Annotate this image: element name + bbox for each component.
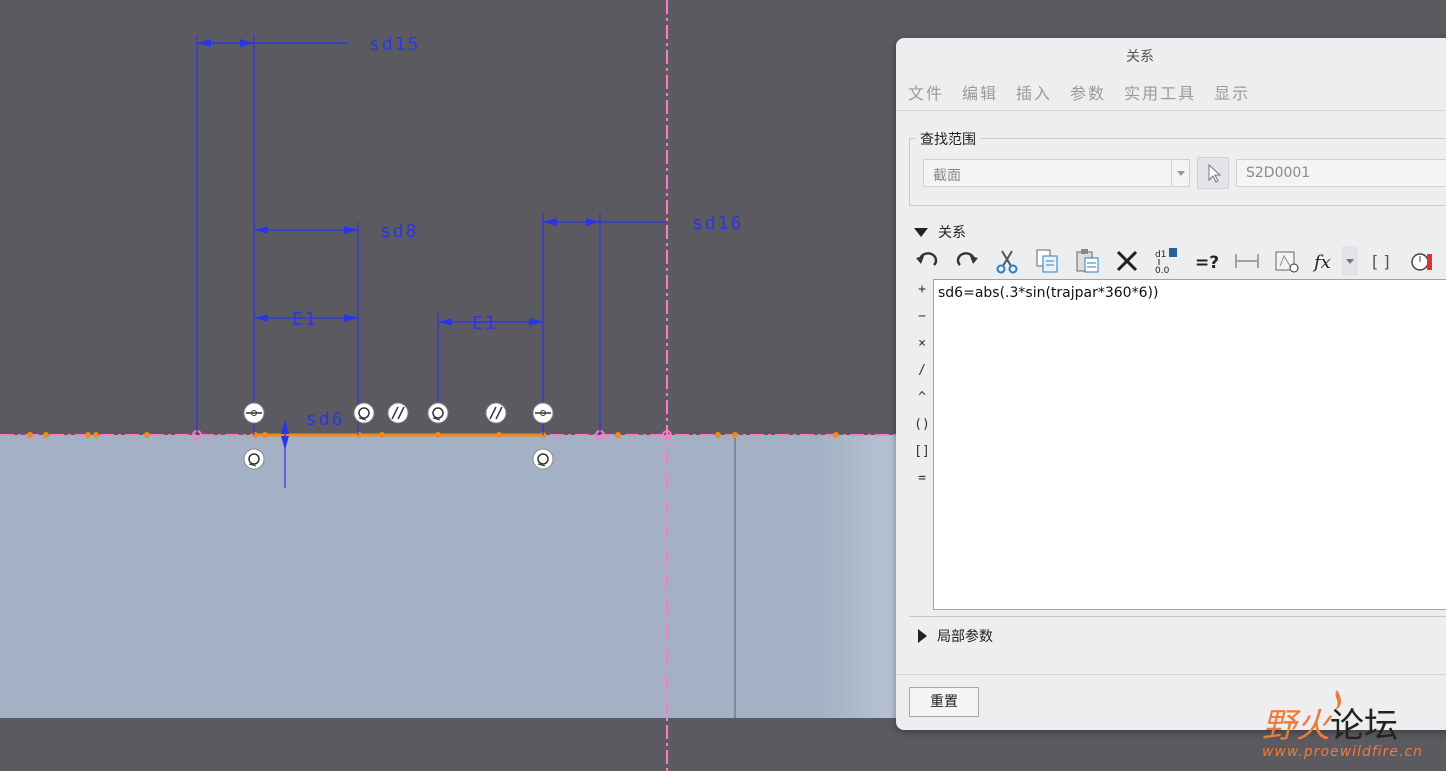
menu-parameters[interactable]: 参数 [1070, 80, 1106, 103]
sort-relations-icon[interactable] [1272, 246, 1302, 276]
menu-display[interactable]: 显示 [1214, 80, 1250, 103]
svg-text:fx: fx [1312, 252, 1331, 273]
operator-divide[interactable]: / [914, 363, 930, 390]
copy-icon[interactable] [1032, 246, 1062, 276]
menu-file[interactable]: 文件 [908, 80, 944, 103]
show-dimension-icon[interactable] [1232, 246, 1262, 276]
entity-field[interactable]: S2D0001 [1236, 159, 1446, 187]
constraint-horizontal-icon[interactable] [243, 402, 265, 424]
svg-text:[ ]: [ ] [1372, 252, 1390, 271]
verify-relations-icon[interactable] [1407, 246, 1437, 276]
relation-line[interactable]: sd6=abs(.3*sin(trajpar*360*6)) [938, 285, 1158, 301]
insert-function-icon[interactable]: fx [1312, 246, 1342, 276]
svg-text:d1: d1 [1155, 250, 1166, 260]
delete-icon[interactable] [1112, 246, 1142, 276]
constraint-tangent-icon[interactable] [532, 448, 554, 470]
watermark-logo: 野火论坛 www.proewildfire.cn [1258, 688, 1446, 771]
function-dropdown-icon[interactable] [1342, 246, 1358, 276]
constraint-tangent-icon[interactable] [353, 402, 375, 424]
expand-triangle-icon [918, 629, 927, 643]
dim-sd16[interactable]: sd16 [692, 213, 743, 234]
operator-parentheses[interactable]: () [914, 417, 930, 444]
scope-select-value: 截面 [933, 168, 961, 184]
switch-dimensions-icon[interactable]: d1 0.0 [1152, 246, 1182, 276]
relations-editor[interactable]: sd6=abs(.3*sin(trajpar*360*6)) [933, 279, 1446, 610]
undo-icon[interactable] [912, 246, 942, 276]
watermark-text: 野火论坛 [1262, 706, 1398, 746]
dimension-arrows [197, 39, 600, 450]
find-scope-label: 查找范围 [916, 129, 980, 149]
constraint-parallel-icon[interactable] [387, 402, 409, 424]
collapse-triangle-icon [914, 227, 928, 237]
menu-utilities[interactable]: 实用工具 [1124, 80, 1196, 103]
dim-sd8[interactable]: sd8 [380, 221, 419, 242]
dim-e1-left[interactable]: E1 [292, 309, 318, 330]
entity-field-value: S2D0001 [1246, 165, 1311, 181]
operator-equals[interactable]: = [914, 471, 930, 498]
scope-select[interactable]: 截面 [923, 159, 1190, 187]
redo-icon[interactable] [952, 246, 982, 276]
reset-button[interactable]: 重置 [909, 687, 979, 717]
constraint-parallel-icon[interactable] [485, 402, 507, 424]
constraint-horizontal-icon[interactable] [532, 402, 554, 424]
dim-sd15[interactable]: sd15 [369, 34, 420, 55]
local-params-label: 局部参数 [937, 629, 993, 645]
select-entity-button[interactable] [1197, 157, 1229, 189]
svg-text:0.0: 0.0 [1155, 266, 1170, 276]
divider [896, 110, 1446, 111]
constraint-tangent-icon[interactable] [427, 402, 449, 424]
dim-sd6[interactable]: sd6 [306, 409, 345, 430]
operator-multiply[interactable]: × [914, 336, 930, 363]
menu-bar: 文件 编辑 插入 参数 实用工具 显示 [908, 80, 1250, 103]
relations-dialog: 关系 文件 编辑 插入 参数 实用工具 显示 查找范围 截面 S2D0001 关… [896, 38, 1446, 730]
solid-body-right [735, 435, 900, 718]
insert-brackets-icon[interactable]: [ ] [1367, 246, 1397, 276]
solid-body [0, 435, 735, 718]
cut-icon[interactable] [992, 246, 1022, 276]
constraint-tangent-icon[interactable] [243, 448, 265, 470]
operator-plus[interactable]: + [914, 282, 930, 309]
operator-column: + − × / ^ () [] = [914, 282, 930, 498]
relations-section-header[interactable]: 关系 [914, 222, 966, 242]
operator-brackets[interactable]: [] [914, 444, 930, 471]
menu-insert[interactable]: 插入 [1016, 80, 1052, 103]
watermark-url: www.proewildfire.cn [1262, 744, 1424, 760]
operator-minus[interactable]: − [914, 309, 930, 336]
operator-power[interactable]: ^ [914, 390, 930, 417]
menu-edit[interactable]: 编辑 [962, 80, 998, 103]
svg-text:=?: =? [1195, 253, 1219, 273]
dialog-title[interactable]: 关系 [896, 38, 1446, 76]
cursor-arrow-icon [1208, 163, 1222, 183]
relations-label: 关系 [938, 225, 966, 241]
divider [909, 616, 1446, 617]
local-params-section-header[interactable]: 局部参数 [918, 626, 993, 646]
chevron-down-icon[interactable] [1171, 160, 1189, 186]
paste-icon[interactable] [1072, 246, 1102, 276]
divider [896, 674, 1446, 675]
evaluate-icon[interactable]: =? [1192, 246, 1222, 276]
cad-workspace: sd15 sd8 sd16 E1 E1 sd6 关系 文件 编辑 插入 参数 实… [0, 0, 1446, 771]
dim-e1-right[interactable]: E1 [472, 313, 498, 334]
